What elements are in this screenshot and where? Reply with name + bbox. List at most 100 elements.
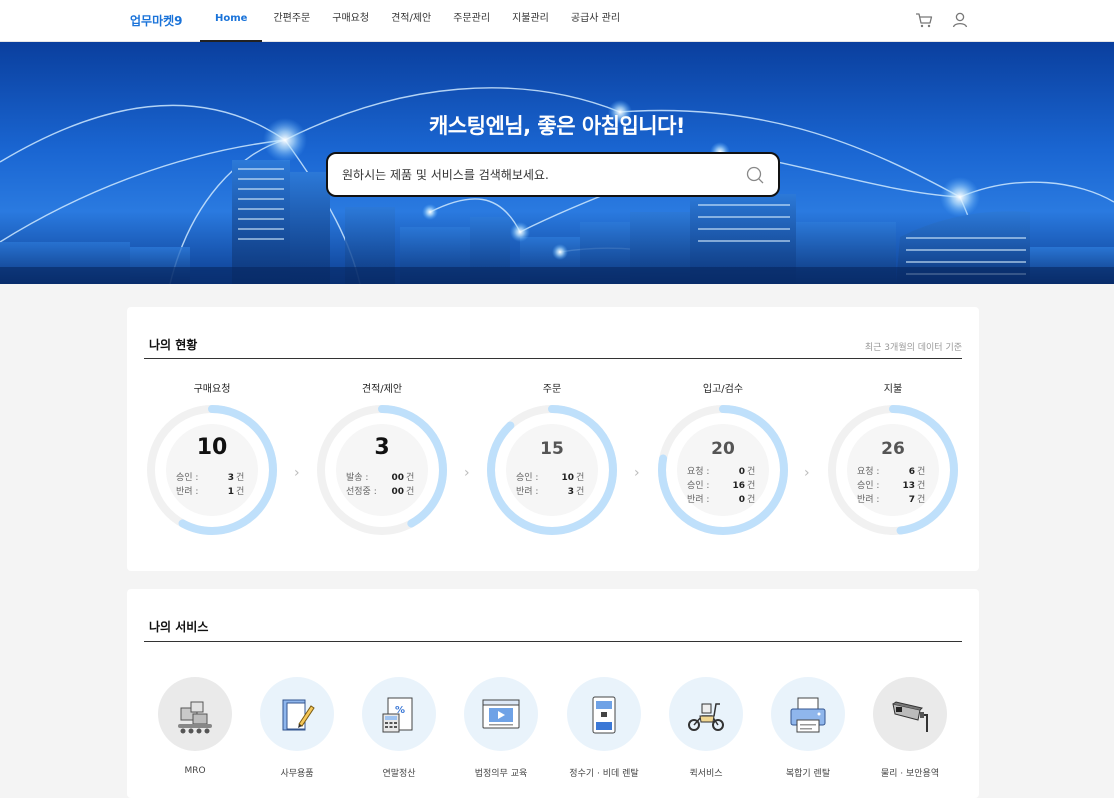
- status-item[interactable]: 입고/검수 20 요청 :0 건 승인 :16 건 반려 :0건: [655, 380, 791, 542]
- service-item[interactable]: 정수기 · 비데 렌탈: [554, 677, 654, 779]
- status-breakdown-row: 요청 : 6건: [825, 465, 961, 479]
- logo[interactable]: 업무마켓9: [130, 12, 183, 29]
- service-item[interactable]: 물리 · 보안용역: [860, 677, 960, 779]
- nav-supplier-management[interactable]: 공급사 관리: [560, 0, 631, 42]
- status-total: 3: [374, 435, 390, 460]
- status-item[interactable]: 주문 15 승인 :10 건 반려 :3건: [484, 380, 620, 542]
- service-item[interactable]: 사무용품: [247, 677, 347, 779]
- service-icon-circle: [158, 677, 232, 751]
- scooter-icon: [688, 703, 724, 731]
- status-item[interactable]: 견적/제안 3 발송 : 00 건 선정중 :00 건: [314, 380, 450, 542]
- breakdown-unit: 건: [917, 495, 926, 505]
- breakdown-count: 6: [908, 467, 915, 477]
- breakdown-count: 10: [561, 473, 574, 483]
- status-breakdown-row: 승인 : 10 건: [484, 471, 620, 485]
- service-item[interactable]: MRO: [145, 677, 245, 776]
- breakdown-unit: 건: [576, 487, 585, 497]
- breakdown-label: 반려 :: [857, 495, 880, 505]
- breakdown-unit: 건: [236, 473, 245, 483]
- status-breakdown-row: 승인 : 3건: [144, 471, 280, 485]
- main-nav: Home 간편주문 구매요청 견적/제안 주문관리 지불관리 공급사 관리: [200, 0, 631, 42]
- service-label: 복합기 렌탈: [785, 769, 831, 779]
- service-item[interactable]: 퀵서비스: [656, 677, 756, 779]
- status-breakdown-row: 승인 : 13 건: [825, 479, 961, 493]
- service-label: 연말정산: [382, 769, 416, 779]
- breakdown-count: 00: [391, 473, 404, 483]
- breakdown-count: 0: [738, 467, 745, 477]
- my-services-card: 나의 서비스 MRO 사무용품% 연말정산 법정의무 교육 정수기 · 비데 렌탈 퀵서비…: [127, 589, 979, 798]
- progress-ring: [487, 405, 617, 535]
- search-input[interactable]: [342, 154, 732, 195]
- breakdown-unit: 건: [747, 467, 756, 477]
- breakdown-count: 0: [738, 495, 745, 505]
- status-breakdown-row: 반려 : 1건: [144, 485, 280, 499]
- breakdown-unit: 건: [236, 487, 245, 497]
- my-status-card: 나의 현황 최근 3개월의 데이터 기준 구매요청 10 승인 :3 건 반려 :1건견…: [127, 307, 979, 571]
- search-box: [326, 152, 780, 197]
- status-label: 입고/검수: [702, 384, 744, 395]
- status-total: 15: [540, 439, 564, 459]
- breakdown-label: 반려 :: [176, 487, 199, 497]
- user-icon[interactable]: [950, 10, 970, 30]
- status-breakdown: 발송 : 00 건 선정중 :00 건: [314, 471, 450, 499]
- search-icon[interactable]: [744, 164, 766, 186]
- status-total: 20: [711, 439, 735, 459]
- status-breakdown-row: 선정중 : 00 건: [314, 485, 450, 499]
- notebook-pencil-icon: [282, 699, 315, 731]
- status-breakdown-row: 요청 : 0건: [655, 465, 791, 479]
- breakdown-label: 승인 :: [857, 481, 880, 491]
- breakdown-count: 3: [567, 487, 574, 497]
- breakdown-unit: 건: [917, 467, 926, 477]
- service-icon-circle: [669, 677, 743, 751]
- breakdown-count: 16: [732, 481, 745, 491]
- nav-quote-proposal[interactable]: 견적/제안: [380, 0, 442, 42]
- status-label: 견적/제안: [361, 384, 403, 395]
- status-total: 10: [196, 435, 228, 460]
- status-breakdown: 요청 :0 건 승인 :16 건 반려 :0건: [655, 465, 791, 507]
- service-label: MRO: [184, 766, 206, 776]
- nav-home[interactable]: Home: [200, 0, 263, 42]
- breakdown-unit: 건: [917, 481, 926, 491]
- status-label: 구매요청: [193, 384, 231, 395]
- nav-order-management[interactable]: 주문관리: [442, 0, 501, 42]
- progress-ring: [147, 405, 277, 535]
- breakdown-label: 승인 :: [516, 473, 539, 483]
- top-navigation-bar: 업무마켓9 Home 간편주문 구매요청 견적/제안 주문관리 지불관리 공급사…: [0, 0, 1114, 42]
- service-icon-circle: [771, 677, 845, 751]
- breakdown-label: 요청 :: [687, 467, 710, 477]
- water-purifier-icon: [592, 696, 616, 734]
- breakdown-count: 7: [908, 495, 915, 505]
- breakdown-label: 승인 :: [176, 473, 199, 483]
- status-item[interactable]: 구매요청 10 승인 :3 건 반려 :1건: [144, 380, 280, 542]
- divider: [144, 641, 962, 642]
- video-player-icon: [482, 699, 520, 729]
- service-icon-circle: [567, 677, 641, 751]
- data-basis-note: 최근 3개월의 데이터 기준: [864, 343, 962, 353]
- nav-quick-order[interactable]: 간편주문: [262, 0, 321, 42]
- breakdown-label: 반려 :: [516, 487, 539, 497]
- my-status-title: 나의 현황: [149, 338, 198, 352]
- breakdown-unit: 건: [747, 495, 756, 505]
- progress-ring: [317, 405, 447, 535]
- service-label: 사무용품: [280, 769, 314, 779]
- status-breakdown-row: 반려 : 0건: [655, 493, 791, 507]
- nav-payment-management[interactable]: 지불관리: [501, 0, 560, 42]
- chevron-right-icon: ›: [294, 465, 300, 481]
- breakdown-count: 13: [902, 481, 915, 491]
- status-breakdown: 요청 :6 건 승인 :13 건 반려 :7건: [825, 465, 961, 507]
- tax-document-icon: %: [382, 697, 413, 733]
- breakdown-label: 발송 :: [346, 473, 369, 483]
- service-item[interactable]: 복합기 렌탈: [758, 677, 858, 779]
- cart-icon[interactable]: [914, 10, 934, 30]
- divider: [144, 358, 962, 359]
- breakdown-label: 선정중 :: [346, 487, 377, 497]
- printer-icon: [790, 697, 826, 733]
- nav-purchase-request[interactable]: 구매요청: [321, 0, 380, 42]
- hero-banner: 캐스팅엔님, 좋은 아침입니다!: [0, 42, 1114, 284]
- breakdown-unit: 건: [406, 487, 415, 497]
- service-item[interactable]: % 연말정산: [349, 677, 449, 779]
- status-item[interactable]: 지불 26 요청 :6 건 승인 :13 건 반려 :7건: [825, 380, 961, 542]
- my-services-title: 나의 서비스: [149, 620, 209, 634]
- service-item[interactable]: 법정의무 교육: [451, 677, 551, 779]
- status-breakdown: 승인 :3 건 반려 :1건: [144, 471, 280, 499]
